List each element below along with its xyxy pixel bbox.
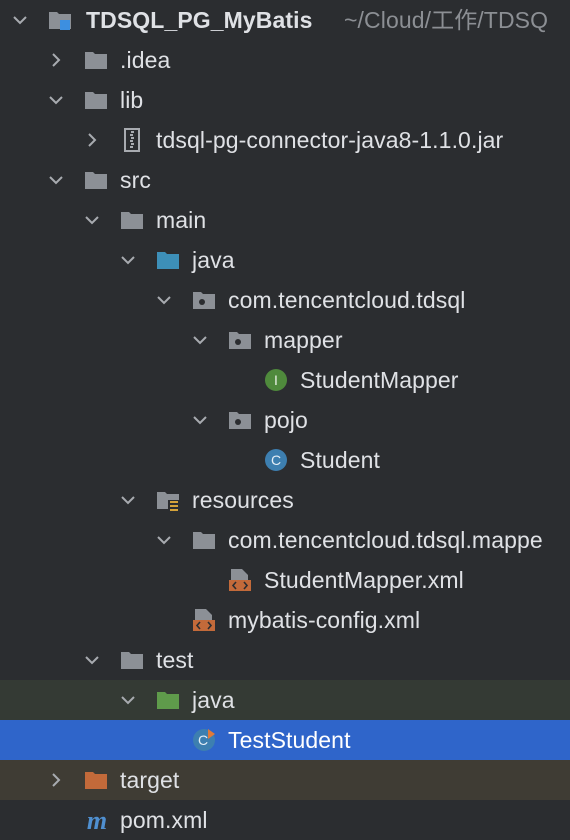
interface-icon: I bbox=[265, 369, 287, 391]
svg-text:C: C bbox=[198, 732, 208, 748]
tree-row-mybatis-config[interactable]: mybatis-config.xml bbox=[0, 600, 570, 640]
package-icon bbox=[193, 292, 215, 309]
tree-label: StudentMapper.xml bbox=[264, 567, 464, 593]
tree-label: lib bbox=[120, 87, 144, 113]
folder-icon bbox=[85, 172, 107, 189]
tree-label: mapper bbox=[264, 327, 343, 353]
chevron-down-icon[interactable] bbox=[120, 252, 136, 268]
tree-row-idea[interactable]: .idea bbox=[0, 40, 570, 80]
excluded-folder-icon bbox=[85, 772, 107, 789]
tree-row-lib[interactable]: lib bbox=[0, 80, 570, 120]
tree-row-main[interactable]: main bbox=[0, 200, 570, 240]
tree-row-package-root[interactable]: com.tencentcloud.tdsql bbox=[0, 280, 570, 320]
class-icon: C bbox=[265, 449, 287, 471]
chevron-right-icon[interactable] bbox=[84, 132, 100, 148]
project-path: ~/Cloud/工作/TDSQ bbox=[344, 7, 549, 33]
tree-row-studentmapper[interactable]: I StudentMapper bbox=[0, 360, 570, 400]
tree-label: java bbox=[192, 247, 235, 273]
tree-row-resources[interactable]: resources bbox=[0, 480, 570, 520]
tree-row-java-source[interactable]: java bbox=[0, 240, 570, 280]
tree-row-studentmapper-xml[interactable]: StudentMapper.xml bbox=[0, 560, 570, 600]
folder-icon bbox=[121, 212, 143, 229]
tree-row-test[interactable]: test bbox=[0, 640, 570, 680]
tree-label: pom.xml bbox=[120, 807, 208, 833]
tree-row-student[interactable]: C Student bbox=[0, 440, 570, 480]
tree-row-teststudent[interactable]: C TestStudent bbox=[0, 720, 570, 760]
project-tree: TDSQL_PG_MyBatis ~/Cloud/工作/TDSQ .idea l… bbox=[0, 0, 570, 838]
tree-row-java-test[interactable]: java bbox=[0, 680, 570, 720]
chevron-down-icon[interactable] bbox=[192, 332, 208, 348]
svg-text:I: I bbox=[274, 372, 278, 388]
tree-row-mapper[interactable]: mapper bbox=[0, 320, 570, 360]
tree-label: Student bbox=[300, 447, 380, 473]
test-class-icon: C bbox=[193, 729, 215, 751]
tree-label: pojo bbox=[264, 407, 308, 433]
tree-label: .idea bbox=[120, 47, 171, 73]
tree-label: com.tencentcloud.tdsql bbox=[228, 287, 466, 313]
tree-label: java bbox=[192, 687, 235, 713]
tree-row-src[interactable]: src bbox=[0, 160, 570, 200]
project-name: TDSQL_PG_MyBatis bbox=[86, 7, 313, 33]
tree-label: main bbox=[156, 207, 207, 233]
chevron-down-icon[interactable] bbox=[156, 292, 172, 308]
chevron-down-icon[interactable] bbox=[84, 652, 100, 668]
chevron-down-icon[interactable] bbox=[192, 412, 208, 428]
folder-icon bbox=[85, 92, 107, 109]
test-source-folder-icon bbox=[157, 692, 179, 709]
chevron-down-icon[interactable] bbox=[84, 212, 100, 228]
tree-label: src bbox=[120, 167, 151, 193]
tree-row-target[interactable]: target bbox=[0, 760, 570, 800]
folder-icon bbox=[121, 652, 143, 669]
project-folder-icon bbox=[49, 12, 71, 30]
chevron-right-icon[interactable] bbox=[48, 772, 64, 788]
jar-icon bbox=[124, 128, 140, 152]
tree-label: target bbox=[120, 767, 180, 793]
tree-label: StudentMapper bbox=[300, 367, 459, 393]
folder-icon bbox=[193, 532, 215, 549]
tree-row-pojo[interactable]: pojo bbox=[0, 400, 570, 440]
tree-label: TestStudent bbox=[228, 727, 351, 753]
resources-folder-icon bbox=[157, 492, 179, 511]
tree-label: com.tencentcloud.tdsql.mappe bbox=[228, 527, 543, 553]
tree-row-jar[interactable]: tdsql-pg-connector-java8-1.1.0.jar bbox=[0, 120, 570, 160]
chevron-right-icon[interactable] bbox=[48, 52, 64, 68]
svg-text:C: C bbox=[271, 452, 281, 468]
svg-text:m: m bbox=[87, 808, 107, 832]
xml-file-icon bbox=[193, 609, 215, 631]
folder-icon bbox=[85, 52, 107, 69]
maven-icon: m bbox=[87, 808, 107, 832]
chevron-down-icon[interactable] bbox=[12, 12, 28, 28]
tree-row-pom[interactable]: m pom.xml bbox=[0, 800, 570, 840]
tree-label: resources bbox=[192, 487, 294, 513]
chevron-down-icon[interactable] bbox=[48, 92, 64, 108]
package-icon bbox=[229, 332, 251, 349]
source-folder-icon bbox=[157, 252, 179, 269]
tree-row-project[interactable]: TDSQL_PG_MyBatis ~/Cloud/工作/TDSQ bbox=[0, 0, 570, 40]
chevron-down-icon[interactable] bbox=[120, 492, 136, 508]
tree-row-mapper-resources[interactable]: com.tencentcloud.tdsql.mappe bbox=[0, 520, 570, 560]
tree-label: test bbox=[156, 647, 194, 673]
tree-label: tdsql-pg-connector-java8-1.1.0.jar bbox=[156, 127, 504, 153]
chevron-down-icon[interactable] bbox=[120, 692, 136, 708]
xml-file-icon bbox=[229, 569, 251, 591]
tree-label: mybatis-config.xml bbox=[228, 607, 421, 633]
package-icon bbox=[229, 412, 251, 429]
chevron-down-icon[interactable] bbox=[48, 172, 64, 188]
chevron-down-icon[interactable] bbox=[156, 532, 172, 548]
